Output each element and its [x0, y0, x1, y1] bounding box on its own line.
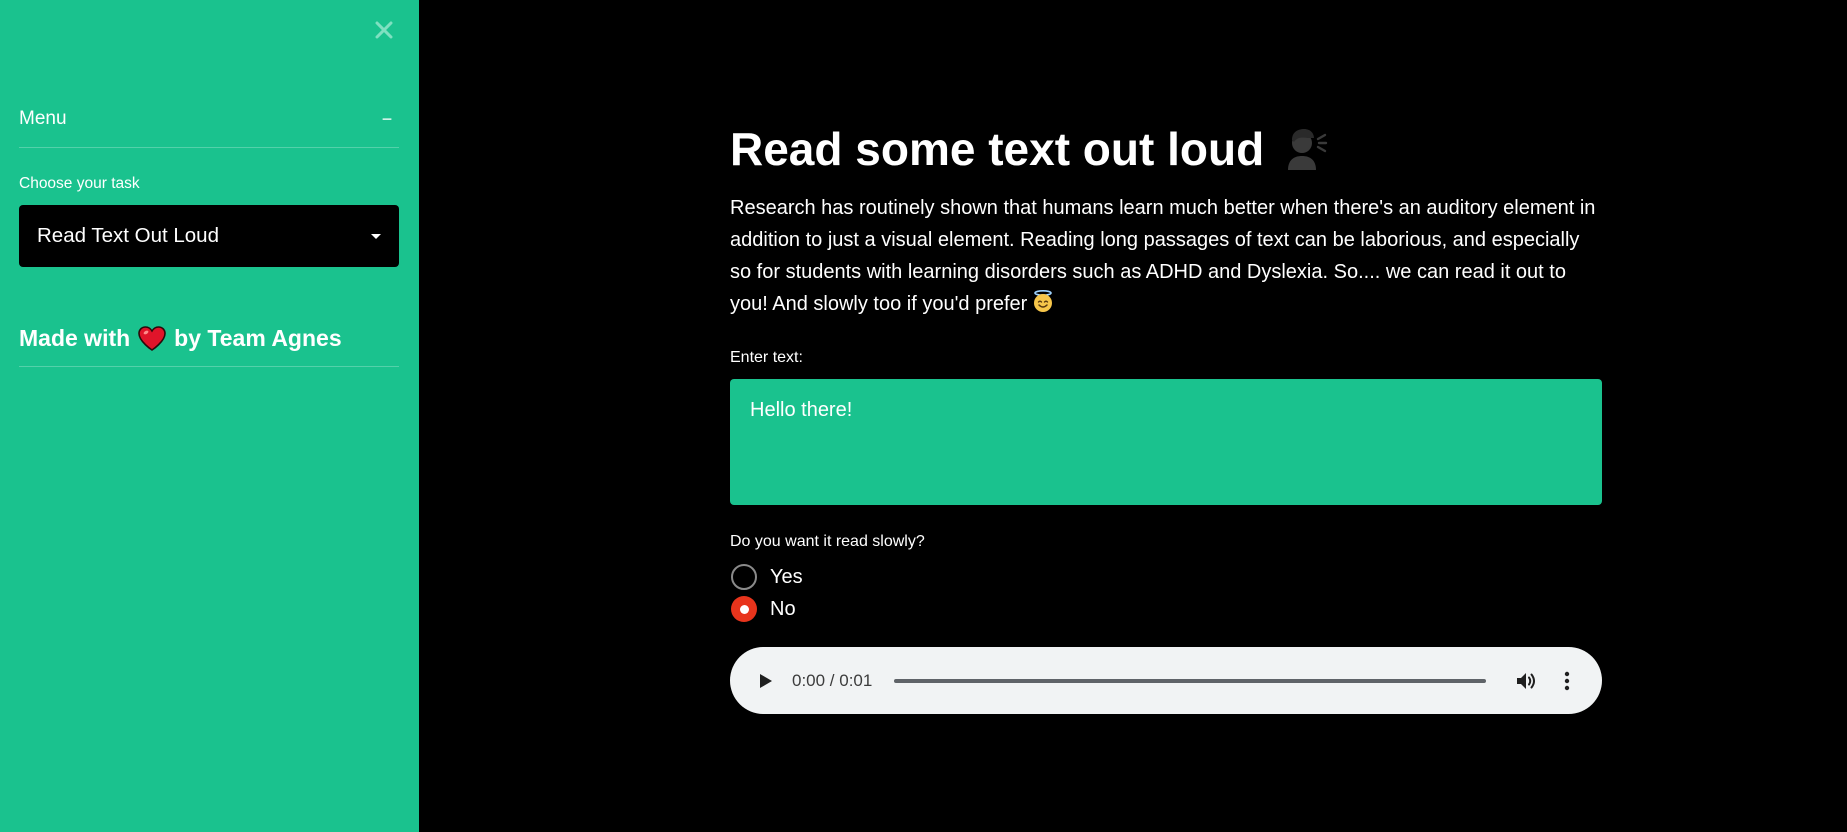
volume-icon — [1517, 672, 1535, 689]
made-with-suffix: by Team Agnes — [174, 325, 342, 351]
heart-icon — [138, 322, 166, 354]
radio-label-no: No — [770, 597, 796, 620]
description-paragraph: Research has routinely shown that humans… — [730, 192, 1605, 323]
task-select-label: Choose your task — [19, 175, 140, 192]
menu-title: Menu — [19, 108, 67, 129]
smiling-halo-face-icon — [1031, 289, 1055, 323]
close-sidebar-button[interactable] — [370, 16, 398, 44]
sidebar: Menu − Choose your task Read Text Out Lo… — [0, 0, 419, 832]
play-button[interactable] — [754, 669, 778, 693]
radio-option-no[interactable]: No — [731, 596, 796, 622]
chevron-down-icon — [371, 233, 381, 239]
radio-label-yes: Yes — [770, 565, 803, 588]
task-select-value: Read Text Out Loud — [37, 224, 219, 247]
audio-player: 0:00 / 0:01 — [730, 647, 1602, 714]
radio-button-yes[interactable] — [731, 564, 757, 590]
radio-selected-dot — [739, 604, 749, 614]
page-title: Read some text out loud — [730, 118, 1328, 180]
radio-option-yes[interactable]: Yes — [731, 564, 803, 590]
more-options-button[interactable] — [1554, 668, 1580, 694]
text-input-area[interactable]: Hello there! — [730, 379, 1602, 505]
description-text: Research has routinely shown that humans… — [730, 197, 1596, 315]
made-with-credit: Made with by Team Agnes — [19, 322, 399, 367]
audio-time: 0:00 / 0:01 — [792, 670, 873, 690]
close-icon — [375, 21, 393, 39]
task-select[interactable]: Read Text Out Loud — [19, 205, 399, 267]
text-input-label: Enter text: — [730, 349, 803, 366]
volume-button[interactable] — [1514, 668, 1540, 694]
audio-progress-slider[interactable] — [894, 678, 1486, 683]
collapse-menu-toggle[interactable]: − — [375, 104, 399, 134]
made-with-prefix: Made with — [19, 325, 131, 351]
page-title-text: Read some text out loud — [730, 123, 1265, 175]
speaking-head-icon — [1284, 126, 1328, 172]
menu-expander[interactable]: Menu − — [19, 104, 399, 148]
play-icon — [760, 673, 772, 688]
read-slowly-label: Do you want it read slowly? — [730, 533, 925, 550]
app-root: Menu − Choose your task Read Text Out Lo… — [0, 0, 1847, 832]
more-vert-icon — [1564, 671, 1570, 690]
radio-button-no[interactable] — [731, 596, 757, 622]
